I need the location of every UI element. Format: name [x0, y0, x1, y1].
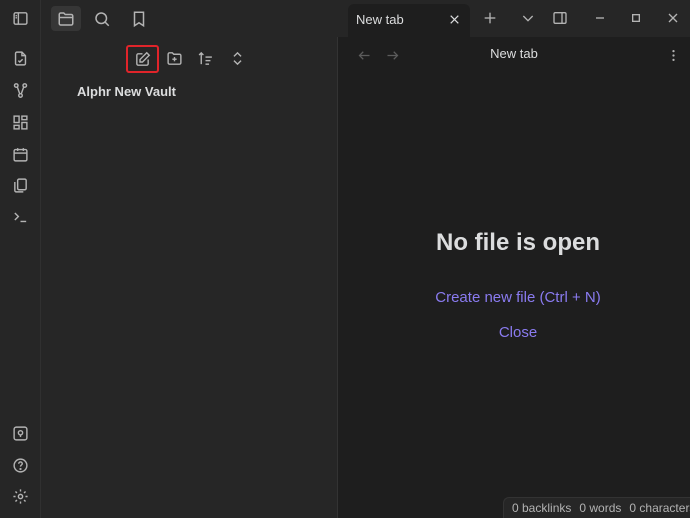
status-bar: 0 backlinks 0 words 0 characters — [503, 497, 690, 518]
tab-label: New tab — [356, 12, 404, 27]
editor-area — [338, 37, 690, 518]
new-tab-icon[interactable] — [480, 8, 500, 28]
vault-name[interactable]: Alphr New Vault — [77, 84, 176, 99]
tab-new-tab[interactable]: New tab — [348, 4, 470, 37]
toggle-left-sidebar-icon[interactable] — [8, 6, 32, 30]
help-icon[interactable] — [8, 453, 32, 477]
tab-list-chevron-down-icon[interactable] — [518, 8, 538, 28]
open-graph-view-icon[interactable] — [8, 78, 32, 102]
open-canvas-icon[interactable] — [8, 110, 32, 134]
bookmarks-icon[interactable] — [124, 6, 154, 31]
toggle-right-sidebar-icon[interactable] — [550, 8, 570, 28]
files-icon[interactable] — [51, 6, 81, 31]
more-options-icon[interactable] — [664, 46, 682, 64]
empty-state-title: No file is open — [435, 229, 600, 256]
collapse-expand-icon[interactable] — [224, 45, 250, 71]
minimize-window-icon[interactable] — [590, 8, 610, 28]
new-folder-icon[interactable] — [161, 45, 187, 71]
maximize-window-icon[interactable] — [626, 8, 646, 28]
character-count: 0 characters — [629, 501, 690, 515]
search-icon[interactable] — [87, 6, 117, 31]
sort-icon[interactable] — [192, 45, 218, 71]
sidebar-tab-header — [41, 0, 337, 37]
new-note-icon[interactable] — [126, 45, 159, 73]
open-command-palette-icon[interactable] — [8, 204, 32, 228]
open-vault-icon[interactable] — [8, 421, 32, 445]
close-window-icon[interactable] — [663, 8, 683, 28]
backlinks-count[interactable]: 0 backlinks — [512, 501, 571, 515]
settings-icon[interactable] — [8, 484, 32, 508]
view-header-title: New tab — [490, 46, 538, 61]
close-tab-icon[interactable] — [446, 11, 462, 27]
open-daily-note-icon[interactable] — [8, 142, 32, 166]
insert-template-icon[interactable] — [8, 173, 32, 197]
create-new-file-link[interactable]: Create new file (Ctrl + N) — [338, 289, 690, 306]
left-ribbon — [0, 0, 41, 518]
close-link[interactable]: Close — [338, 324, 690, 341]
file-explorer-panel — [41, 0, 337, 518]
word-count: 0 words — [579, 501, 622, 515]
open-quick-switcher-icon[interactable] — [8, 46, 32, 70]
